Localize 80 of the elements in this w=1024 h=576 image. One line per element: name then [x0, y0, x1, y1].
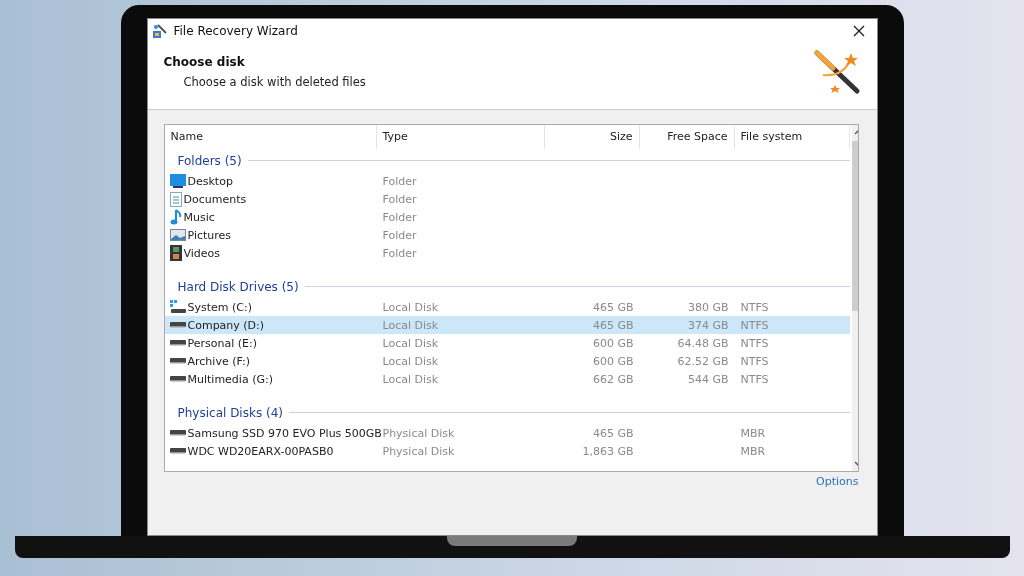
file-system-cell-text: NTFS	[739, 300, 770, 314]
group-header: Folders (5)	[177, 153, 242, 168]
column-header[interactable]: Name	[164, 125, 377, 149]
disk-name: Documents	[183, 192, 247, 206]
picture-icon	[169, 229, 186, 241]
free-space-cell-text: 374 GB	[686, 318, 730, 332]
free-space-cell-text: 62.52 GB	[676, 354, 730, 368]
film-icon	[169, 245, 182, 261]
type-cell-text: Local Disk	[381, 300, 440, 314]
free-space-cell-text: 64.48 GB	[676, 336, 730, 350]
type-cell-text: Local Disk	[381, 354, 440, 368]
disk-row[interactable]: Videos Folder	[164, 244, 850, 262]
drive-icon	[169, 448, 186, 454]
group-header: Hard Disk Drives (5)	[177, 279, 299, 294]
size-cell-text: 662 GB	[591, 372, 635, 386]
wand-app-icon	[151, 23, 168, 39]
disk-name: System (C:)	[187, 300, 252, 314]
document-icon	[169, 191, 182, 207]
group-header: Physical Disks (4)	[177, 405, 283, 420]
type-cell-text: Local Disk	[381, 318, 440, 332]
type-cell-text: Folder	[381, 246, 418, 260]
disk-name: WDC WD20EARX-00PASB0	[187, 444, 334, 458]
type-cell-text: Folder	[381, 174, 418, 188]
file-system-cell-text: NTFS	[739, 372, 770, 386]
file-system-cell-text: NTFS	[739, 336, 770, 350]
drive-icon	[169, 322, 186, 328]
drive-icon	[169, 430, 186, 436]
column-header[interactable]: Type	[376, 125, 545, 149]
column-header[interactable]: File system	[734, 125, 850, 149]
type-cell-text: Folder	[381, 192, 418, 206]
disk-row[interactable]: Archive (F:) Local Disk 600 GB 62.52 GB NTFS	[164, 352, 850, 370]
close-icon	[852, 25, 865, 37]
disk-row[interactable]: Desktop Folder	[164, 172, 850, 190]
file-system-cell-text: NTFS	[739, 354, 770, 368]
disk-name: Company (D:)	[187, 318, 265, 332]
size-cell-text: 600 GB	[591, 336, 635, 350]
size-cell-text: 465 GB	[591, 426, 635, 440]
music-note-icon	[169, 209, 182, 225]
disk-name: Archive (F:)	[187, 354, 250, 368]
file-system-cell-text: MBR	[739, 426, 767, 440]
disk-row[interactable]: Company (D:) Local Disk 465 GB 374 GB NTFS	[164, 316, 850, 334]
size-cell-text: 465 GB	[591, 318, 635, 332]
size-cell-text: 465 GB	[591, 300, 635, 314]
step-subtitle: Choose a disk with deleted files	[182, 75, 366, 89]
disk-row[interactable]: Documents Folder	[164, 190, 850, 208]
size-cell-text: 600 GB	[591, 354, 635, 368]
type-cell-text: Local Disk	[381, 336, 440, 350]
window-title: File Recovery Wizard	[173, 24, 299, 38]
column-header[interactable]: Size	[544, 125, 640, 149]
system-drive-icon	[169, 300, 186, 314]
disk-row[interactable]: Personal (E:) Local Disk 600 GB 64.48 GB NTFS	[164, 334, 850, 352]
type-cell-text: Folder	[381, 210, 418, 224]
column-header[interactable]: Free Space	[639, 125, 735, 149]
drive-icon	[169, 340, 186, 346]
disk-row[interactable]: Pictures Folder	[164, 226, 850, 244]
drive-icon	[169, 376, 186, 382]
disk-row[interactable]: Music Folder	[164, 208, 850, 226]
options-link[interactable]: Options	[816, 475, 859, 488]
drive-icon	[169, 358, 186, 364]
disk-row[interactable]: Samsung SSD 970 EVO Plus 500GBPhysical Disk 465 GB MBR	[164, 424, 850, 442]
disk-row[interactable]: WDC WD20EARX-00PASB0 Physical Disk 1,863 GB MBR	[164, 442, 850, 460]
file-system-cell-text: NTFS	[739, 318, 770, 332]
disk-row[interactable]: Multimedia (G:) Local Disk 662 GB 544 GB NTFS	[164, 370, 850, 388]
disk-name: Desktop	[187, 174, 233, 188]
type-cell-text: Local Disk	[381, 372, 440, 386]
disk-name: Multimedia (G:)	[187, 372, 273, 386]
monitor-icon	[169, 174, 186, 188]
step-title: Choose disk	[163, 55, 246, 69]
free-space-cell-text: 544 GB	[686, 372, 730, 386]
disk-row[interactable]: System (C:) Local Disk 465 GB 380 GB NTFS	[164, 298, 850, 316]
free-space-cell-text: 380 GB	[686, 300, 730, 314]
file-system-cell-text: MBR	[739, 444, 767, 458]
type-cell-text: Folder	[381, 228, 418, 242]
disk-name: Music	[183, 210, 215, 224]
type-cell-text: Physical Disk	[381, 444, 456, 458]
disk-name: Pictures	[187, 228, 232, 242]
disk-name: Personal (E:)	[187, 336, 257, 350]
size-cell-text: 1,863 GB	[581, 444, 635, 458]
disk-name: Videos	[183, 246, 221, 260]
disk-name: Samsung SSD 970 EVO Plus 500GB	[187, 426, 382, 440]
